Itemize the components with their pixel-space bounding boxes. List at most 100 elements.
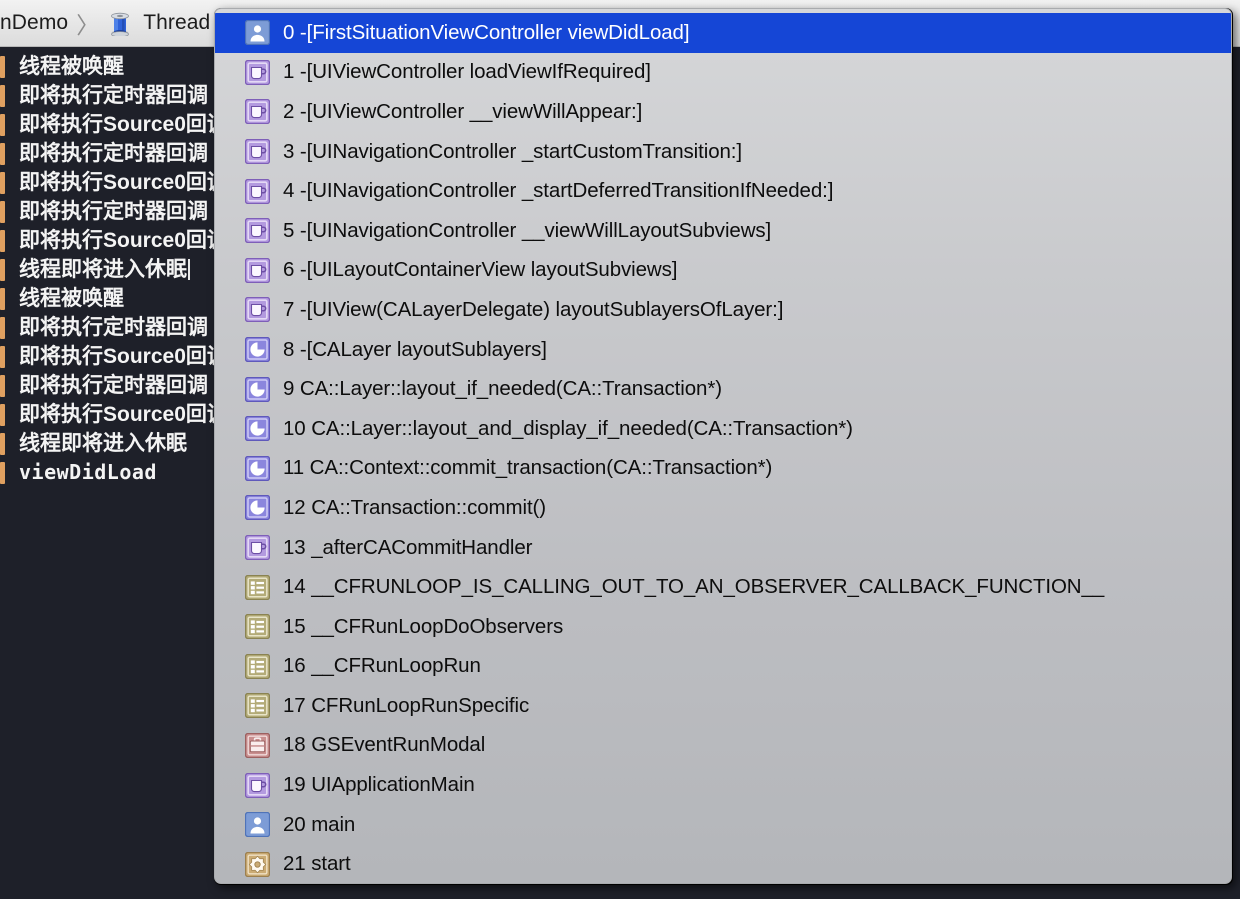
stack-frame-corefoundation-icon — [245, 614, 270, 640]
stack-frame-row[interactable]: 6 -[UILayoutContainerView layoutSubviews… — [215, 251, 1231, 291]
console-log-text: 线程被唤醒 — [19, 287, 124, 310]
stack-frame-label: 0 -[FirstSituationViewController viewDid… — [283, 20, 690, 44]
console-log-text: 即将执行Source0回调 — [19, 113, 228, 136]
stack-frame-label: 9 CA::Layer::layout_if_needed(CA::Transa… — [283, 377, 722, 401]
stack-frame-row[interactable]: 0 -[FirstSituationViewController viewDid… — [215, 13, 1231, 53]
log-line-marker-icon — [0, 229, 5, 252]
stack-frame-uikit-icon — [245, 99, 270, 125]
stack-frame-libdyld-icon — [245, 851, 270, 877]
stack-frame-row[interactable]: 11 CA::Context::commit_transaction(CA::T… — [215, 449, 1231, 489]
console-log-text: 即将执行定时器回调 — [19, 316, 208, 339]
stack-frame-row[interactable]: 14 __CFRUNLOOP_IS_CALLING_OUT_TO_AN_OBSE… — [215, 567, 1231, 607]
stack-frame-uikit-icon — [245, 772, 270, 798]
log-line-marker-icon — [0, 461, 5, 484]
stack-frame-label: 13 _afterCACommitHandler — [283, 535, 533, 559]
log-line-marker-icon — [0, 432, 5, 455]
log-line-marker-icon — [0, 316, 5, 339]
stack-frame-corefoundation-icon — [245, 693, 270, 719]
stack-frame-row[interactable]: 10 CA::Layer::layout_and_display_if_need… — [215, 409, 1231, 449]
stack-frame-uikit-icon — [245, 59, 270, 85]
console-log-text: 即将执行Source0回调 — [19, 229, 228, 252]
stack-frame-uikit-icon — [245, 178, 270, 204]
stack-frame-uikit-icon — [245, 257, 270, 283]
stack-frame-label: 10 CA::Layer::layout_and_display_if_need… — [283, 416, 853, 440]
stack-frame-uikit-icon — [245, 218, 270, 244]
stack-frame-user-code-icon — [245, 812, 270, 838]
stack-frame-coreanimation-icon — [245, 376, 270, 402]
console-log-text: 即将执行Source0回调 — [19, 171, 228, 194]
stack-frame-dropdown[interactable]: 0 -[FirstSituationViewController viewDid… — [214, 8, 1232, 884]
stack-frame-uikit-icon — [245, 297, 270, 323]
breadcrumb-project[interactable]: nDemo — [0, 11, 68, 35]
log-line-marker-icon — [0, 171, 5, 194]
text-cursor — [188, 259, 190, 280]
stack-frame-row[interactable]: 2 -[UIViewController __viewWillAppear:] — [215, 92, 1231, 132]
stack-frame-row[interactable]: 8 -[CALayer layoutSublayers] — [215, 330, 1231, 370]
stack-frame-row[interactable]: 13 _afterCACommitHandler — [215, 528, 1231, 568]
stack-frame-row[interactable]: 16 __CFRunLoopRun — [215, 647, 1231, 687]
stack-frame-row[interactable]: 1 -[UIViewController loadViewIfRequired] — [215, 53, 1231, 93]
stack-frame-label: 8 -[CALayer layoutSublayers] — [283, 337, 547, 361]
log-line-marker-icon — [0, 55, 5, 78]
console-log-text: 线程被唤醒 — [19, 55, 124, 78]
stack-frame-label: 5 -[UINavigationController __viewWillLay… — [283, 218, 772, 242]
stack-frame-label: 19 UIApplicationMain — [283, 773, 475, 797]
console-log-text: 即将执行Source0回调 — [19, 403, 228, 426]
log-line-marker-icon — [0, 403, 5, 426]
stack-frame-row[interactable]: 18 GSEventRunModal — [215, 726, 1231, 766]
log-line-marker-icon — [0, 374, 5, 397]
stack-frame-label: 12 CA::Transaction::commit() — [283, 495, 547, 519]
stack-frame-corefoundation-icon — [245, 653, 270, 679]
stack-frame-row[interactable]: 21 start — [215, 844, 1231, 883]
stack-frame-coreanimation-icon — [245, 416, 270, 442]
stack-frame-label: 17 CFRunLoopRunSpecific — [283, 693, 530, 717]
stack-frame-user-code-icon — [245, 20, 270, 46]
console-log-text: 即将执行定时器回调 — [19, 84, 208, 107]
console-log-text: 线程即将进入休眠 — [19, 432, 187, 455]
stack-frame-label: 18 GSEventRunModal — [283, 733, 486, 757]
stack-frame-row[interactable]: 20 main — [215, 805, 1231, 845]
stack-frame-label: 3 -[UINavigationController _startCustomT… — [283, 139, 742, 163]
log-line-marker-icon — [0, 200, 5, 223]
stack-frame-label: 6 -[UILayoutContainerView layoutSubviews… — [283, 258, 678, 282]
stack-frame-row[interactable]: 15 __CFRunLoopDoObservers — [215, 607, 1231, 647]
console-log-text: 即将执行定时器回调 — [19, 374, 208, 397]
stack-frame-list[interactable]: 0 -[FirstSituationViewController viewDid… — [215, 9, 1231, 883]
stack-frame-row[interactable]: 12 CA::Transaction::commit() — [215, 488, 1231, 528]
log-line-marker-icon — [0, 287, 5, 310]
stack-frame-row[interactable]: 3 -[UINavigationController _startCustomT… — [215, 132, 1231, 172]
log-line-marker-icon — [0, 113, 5, 136]
stack-frame-label: 21 start — [283, 852, 351, 876]
stack-frame-coreanimation-icon — [245, 495, 270, 521]
console-log-text: viewDidLoad — [19, 460, 157, 484]
console-log-text: 即将执行定时器回调 — [19, 200, 208, 223]
stack-frame-coreanimation-icon — [245, 455, 270, 481]
stack-frame-row[interactable]: 19 UIApplicationMain — [215, 765, 1231, 805]
stack-frame-row[interactable]: 7 -[UIView(CALayerDelegate) layoutSublay… — [215, 290, 1231, 330]
log-line-marker-icon — [0, 142, 5, 165]
stack-frame-label: 14 __CFRUNLOOP_IS_CALLING_OUT_TO_AN_OBSE… — [283, 575, 1105, 599]
stack-frame-corefoundation-icon — [245, 574, 270, 600]
log-line-marker-icon — [0, 345, 5, 368]
stack-frame-row[interactable]: 9 CA::Layer::layout_if_needed(CA::Transa… — [215, 369, 1231, 409]
console-log-text: 即将执行定时器回调 — [19, 142, 208, 165]
stack-frame-graphicsservices-icon — [245, 732, 270, 758]
stack-frame-row[interactable]: 5 -[UINavigationController __viewWillLay… — [215, 211, 1231, 251]
stack-frame-row[interactable]: 4 -[UINavigationController _startDeferre… — [215, 171, 1231, 211]
stack-frame-label: 11 CA::Context::commit_transaction(CA::T… — [283, 456, 773, 480]
log-line-marker-icon — [0, 258, 5, 281]
stack-frame-coreanimation-icon — [245, 337, 270, 363]
stack-frame-label: 20 main — [283, 812, 356, 836]
console-log-text: 线程即将进入休眠 — [19, 258, 187, 281]
screen-root: nDemo 〉 Thread 线程被唤醒 即将执行定时器回调 即将执行Source0… — [0, 0, 1240, 899]
stack-frame-label: 1 -[UIViewController loadViewIfRequired] — [283, 60, 651, 84]
stack-frame-uikit-icon — [245, 535, 270, 561]
stack-frame-label: 7 -[UIView(CALayerDelegate) layoutSublay… — [283, 297, 784, 321]
stack-frame-uikit-icon — [245, 139, 270, 165]
stack-frame-row[interactable]: 17 CFRunLoopRunSpecific — [215, 686, 1231, 726]
thread-spool-icon — [108, 10, 132, 38]
breadcrumb-thread[interactable]: Thread — [143, 11, 210, 35]
stack-frame-label: 16 __CFRunLoopRun — [283, 654, 481, 678]
stack-frame-label: 4 -[UINavigationController _startDeferre… — [283, 179, 834, 203]
breadcrumb-separator-icon: 〉 — [76, 12, 100, 38]
